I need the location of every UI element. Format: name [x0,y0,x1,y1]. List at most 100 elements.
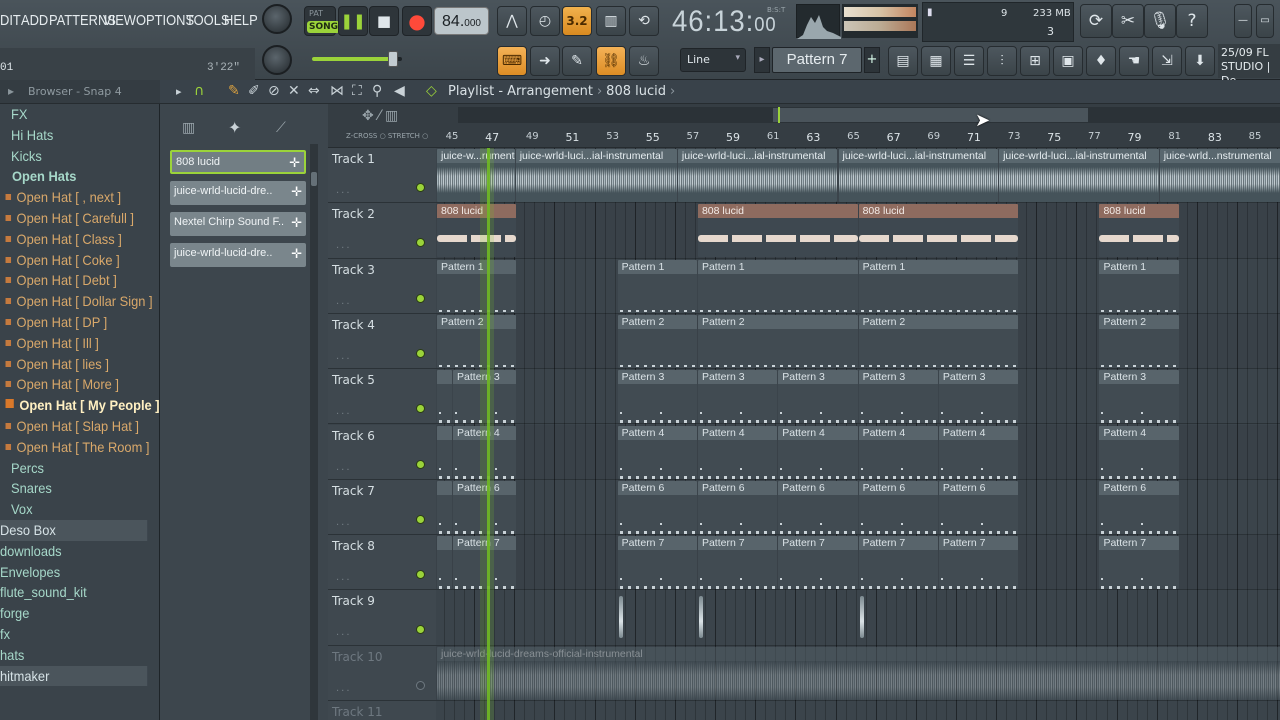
plugin-picker-icon[interactable]: ▣ [1053,46,1083,76]
plus-icon[interactable]: ✛ [289,155,300,171]
multilink-icon[interactable]: ♨ [629,46,659,76]
pattern-clip[interactable]: Pattern 1 [697,259,858,313]
track-header[interactable]: Track 2 ··· [328,203,436,259]
paint-icon[interactable]: ✐ [248,83,260,99]
arrangement-grid[interactable]: juice-w...rumental juice-wrld-luci...ial-… [436,148,1280,720]
track-header[interactable]: Track 4 ··· [328,313,436,370]
mixer-icon[interactable]: ⫶ [987,46,1017,76]
picker-item-audio-2[interactable]: juice-wrld-lucid-dre.. ✛ [170,243,306,267]
menu-view[interactable]: VIEW [103,12,136,29]
pattern-clip[interactable]: Pattern 4 [858,425,938,479]
slip-icon[interactable]: ⇔ [308,83,320,99]
browser-folder-open[interactable]: Open Hats [12,166,148,187]
pattern-clip[interactable]: Pattern 4 [938,425,1019,479]
pattern-clip[interactable]: Pattern 6 [697,480,778,534]
track-grip[interactable]: ··· [336,686,352,697]
browser-item[interactable]: Open Hat [ , next ] [0,187,147,208]
master-volume-knob[interactable] [262,4,292,34]
browser-menu-icon[interactable]: ▸ [8,84,14,98]
pattern-clip[interactable]: Pattern 4 [697,425,778,479]
track-grip[interactable]: ··· [336,520,352,531]
pattern-clip-808[interactable]: 808 lucid [437,204,517,258]
pattern-clip[interactable] [437,536,453,590]
browser-item[interactable]: Open Hat [ Debt ] [0,270,147,291]
add-pattern-icon[interactable]: + [864,47,880,73]
pattern-clip[interactable]: Pattern 7 [697,536,778,590]
pattern-clip[interactable]: Pattern 4 [778,425,858,479]
pattern-clip[interactable]: Pattern 3 [778,370,858,424]
plus-icon[interactable]: ✛ [291,246,302,262]
browser-item[interactable]: Open Hat [ DP ] [0,312,147,333]
picker-item-808-lucid[interactable]: 808 lucid ✛ [170,150,306,174]
track-mute-led[interactable] [416,570,425,580]
browser-folder[interactable]: Percs [0,458,147,479]
track-header[interactable]: Track 1 ··· [328,148,436,204]
pat-song-toggle[interactable]: PAT SONG [304,6,341,36]
track-grip[interactable]: ··· [336,575,352,586]
pattern-clip[interactable] [437,370,453,424]
picker-item-nextel[interactable]: Nextel Chirp Sound F.. ✛ [170,212,306,236]
track-header[interactable]: Track 7 ··· [328,479,436,536]
delete-icon[interactable]: ⊘ [268,83,280,99]
help-icon[interactable]: ? [1176,4,1208,38]
playlist-icon[interactable]: ▤ [888,46,918,76]
pattern-clip[interactable]: Pattern 2 [697,314,858,368]
audio-clip[interactable]: juice-wrld-lucid-dreams-official-instrum… [437,646,1280,700]
track-mute-led[interactable] [416,459,425,469]
typing-keyboard-icon[interactable]: ⌨ [497,46,527,76]
audio-clip[interactable]: juice-wrld-luci...ial-instrumental [515,149,677,202]
tempo-display[interactable]: 84.000 [434,7,489,35]
browser-item[interactable]: Open Hat [ Slap Hat ] [0,416,147,437]
browser-folder[interactable]: Vox [0,499,147,520]
horizontal-scrollbar[interactable] [458,107,1280,123]
cut-tools-icon[interactable]: ✂ [1112,4,1144,38]
pattern-clip[interactable]: Pattern 3 [1099,370,1179,424]
pattern-clip[interactable]: Pattern 7 [617,536,697,590]
track-mute-led[interactable] [416,514,425,524]
menu-help[interactable]: HELP [224,12,258,29]
arrow-right-icon[interactable]: ➜ [530,46,560,76]
track-grip[interactable]: ··· [336,465,352,476]
minimize-icon[interactable]: — [1234,4,1252,38]
track-lane[interactable] [436,701,1280,720]
pattern-clip[interactable]: Pattern 7 [858,536,938,590]
pattern-selector[interactable]: ▸ Pattern 7 + [754,47,884,73]
undo-icon[interactable]: ⟳ [1080,4,1112,38]
loop-record-icon[interactable]: ⟲ [629,6,659,36]
scroll-thumb[interactable] [311,172,317,186]
pattern-clip[interactable]: Pattern 4 [1099,425,1179,479]
browser-folder[interactable]: Snares [0,478,147,499]
channel-rack-icon[interactable]: ☰ [954,46,984,76]
track-mute-led[interactable] [416,348,425,358]
zoom-icon[interactable]: ⚲ [372,83,382,99]
pattern-clip[interactable]: Pattern 3 [617,370,697,424]
scroll-view-window[interactable] [773,108,1088,122]
pattern-clip[interactable]: Pattern 2 [617,314,697,368]
browser-item[interactable]: Open Hat [ More ] [0,374,147,395]
audio-wave-icon[interactable]: ✦ [228,118,241,137]
audio-clip[interactable]: juice-wrld-luci...ial-instrumental [999,149,1159,202]
piano-icon[interactable]: ▥ [182,120,195,136]
project-browser-icon[interactable]: ⇲ [1152,46,1182,76]
track-grip[interactable]: ··· [336,188,352,199]
pattern-clip[interactable]: Pattern 1 [617,259,697,313]
timeline-ruler[interactable]: ✥ ⁄ ▥ Z-CROSS ○ STRETCH ○ 45 47 49 51 53 55 57… [328,104,1280,160]
track-header[interactable]: Track 6 ··· [328,424,436,480]
browser-item-selected[interactable]: Open Hat [ My People ] [0,395,160,416]
track-mute-led[interactable] [416,183,425,192]
pattern-clip[interactable]: Pattern 6 [1099,480,1179,534]
track-header[interactable]: Track 10 ··· [328,645,436,701]
pattern-clip[interactable]: Pattern 6 [617,480,697,534]
plus-icon[interactable]: ✛ [291,184,302,200]
browser-item[interactable]: Open Hat [ Coke ] [0,250,147,271]
browser-folder-root[interactable]: hitmaker [0,665,148,687]
pattern-clip[interactable]: Pattern 2 [858,314,1019,368]
audio-clip[interactable]: juice-wrld-luci...ial-instrumental [677,149,838,202]
pattern-clip[interactable]: Pattern 2 [437,314,517,368]
mute-icon[interactable]: ✕ [288,83,300,99]
brush-icon[interactable]: ✎ [562,46,592,76]
browser-icon[interactable]: ⊞ [1020,46,1050,76]
select-icon[interactable]: ⛶ [352,83,362,99]
browser-folder[interactable]: fx [0,624,147,645]
track-header[interactable]: Track 9 ··· [328,590,436,646]
